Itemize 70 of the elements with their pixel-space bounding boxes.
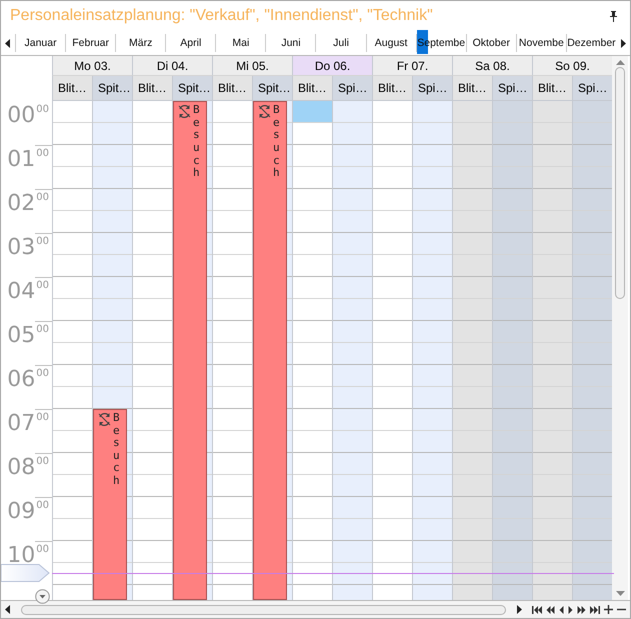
scroll-thumb[interactable] (615, 67, 625, 299)
right-arrow-icon[interactable] (620, 38, 626, 48)
hour-label: 01$^{00}$ (7, 149, 49, 171)
month-tab[interactable]: Januar (15, 34, 66, 52)
day-header[interactable]: Mi 05. (212, 56, 292, 76)
day-header[interactable]: Di 04. (132, 56, 212, 76)
window-title: Personaleinsatzplanung: "Verkauf", "Innendienst", "Technik" (10, 7, 433, 25)
day-header[interactable]: Do 06. (292, 56, 372, 76)
current-time-marker-icon (1, 564, 51, 582)
hour-label: 07$^{00}$ (7, 413, 49, 435)
resource-header[interactable]: Blit… (532, 76, 572, 101)
rewind-icon[interactable] (546, 606, 555, 614)
resource-header[interactable]: Spi… (572, 76, 612, 101)
hour-label: 00$^{00}$ (7, 105, 49, 127)
left-arrow-icon[interactable] (5, 605, 11, 614)
month-tab[interactable]: Novembe (516, 34, 566, 52)
month-tab[interactable]: Mai (215, 34, 266, 52)
day-header[interactable]: So 09. (532, 56, 612, 76)
up-arrow-icon[interactable] (616, 60, 624, 65)
pin-icon[interactable] (609, 10, 618, 22)
left-arrow-icon[interactable] (5, 38, 11, 48)
appointment-subject: Besuch (113, 412, 120, 490)
month-tab[interactable]: Dezember (566, 34, 616, 52)
month-tab[interactable]: Februar (65, 34, 116, 52)
day-header[interactable]: Sa 08. (452, 56, 532, 76)
appointment[interactable]: Besuch (173, 101, 207, 600)
hour-label: 04$^{00}$ (7, 281, 49, 303)
resource-header[interactable]: Blit… (212, 76, 252, 101)
resource-header[interactable]: Spit… (92, 76, 132, 101)
appointment[interactable]: Besuch (93, 408, 127, 600)
right-arrow-icon[interactable] (516, 605, 522, 614)
previous-icon[interactable] (559, 606, 564, 614)
appointment[interactable]: Besuch (253, 101, 287, 600)
hour-label: 09$^{00}$ (7, 501, 49, 523)
hour-label: 08$^{00}$ (7, 457, 49, 479)
resource-header[interactable]: Spi… (492, 76, 532, 101)
month-tab[interactable]: April (165, 34, 216, 52)
month-tab[interactable]: Juli (315, 34, 366, 52)
next-icon[interactable] (568, 606, 573, 614)
hour-label: 03$^{00}$ (7, 237, 49, 259)
hour-label: 06$^{00}$ (7, 369, 49, 391)
scroll-thumb[interactable] (21, 604, 506, 614)
expand-down-icon[interactable] (35, 589, 50, 604)
fast-forward-icon[interactable] (577, 606, 586, 614)
hour-label: 02$^{00}$ (7, 193, 49, 215)
hour-label: 10$^{00}$ (7, 545, 49, 567)
plus-icon[interactable] (604, 605, 613, 614)
resource-header[interactable]: Spit… (252, 76, 292, 101)
down-arrow-icon[interactable] (616, 591, 624, 596)
hour-label: 05$^{00}$ (7, 325, 49, 347)
vertical-scrollbar[interactable] (612, 56, 628, 600)
month-tab[interactable]: Juni (265, 34, 316, 52)
resource-header[interactable]: Blit… (372, 76, 412, 101)
day-header[interactable]: Fr 07. (372, 56, 452, 76)
resource-header[interactable]: Spit… (172, 76, 212, 101)
day-header[interactable]: Mo 03. (52, 56, 132, 76)
resource-header[interactable]: Spi… (412, 76, 452, 101)
resource-header[interactable]: Blit… (52, 76, 92, 101)
appointment-subject: Besuch (273, 104, 280, 182)
last-icon[interactable] (590, 606, 600, 614)
month-tab[interactable]: August (366, 34, 416, 52)
month-tab[interactable]: Oktober (466, 34, 516, 52)
horizontal-scrollbar[interactable] (1, 601, 630, 618)
resource-header[interactable]: Spi… (332, 76, 372, 101)
first-icon[interactable] (532, 606, 542, 614)
resource-header[interactable]: Blit… (292, 76, 332, 101)
appointment-subject: Besuch (193, 104, 200, 182)
month-tab[interactable]: März (115, 34, 166, 52)
resource-header[interactable]: Blit… (452, 76, 492, 101)
resource-header[interactable]: Blit… (132, 76, 172, 101)
